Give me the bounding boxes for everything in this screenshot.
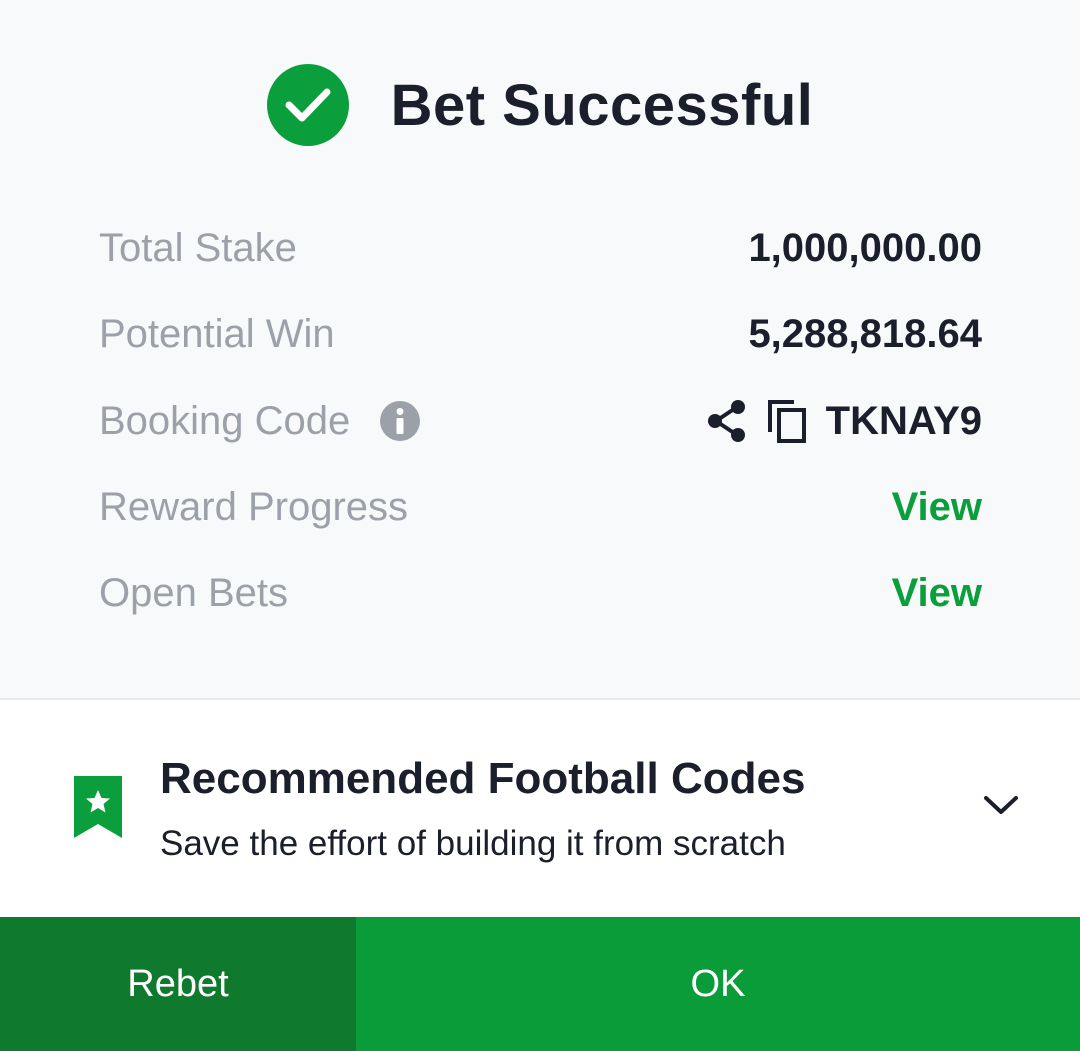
booking-code-row: Booking Code TKNAY9 <box>99 391 982 451</box>
potential-win-row: Potential Win 5,288,818.64 <box>99 304 982 364</box>
success-header: Bet Successful <box>0 62 1080 148</box>
open-bets-view-link[interactable]: View <box>892 571 982 616</box>
booking-code-actions <box>706 398 808 444</box>
open-bets-row: Open Bets View <box>99 563 982 623</box>
booking-code-value[interactable]: TKNAY9 <box>826 399 982 444</box>
potential-win-label: Potential Win <box>99 311 335 356</box>
total-stake-value: 1,000,000.00 <box>748 225 982 270</box>
ok-button[interactable]: OK <box>356 917 1080 1051</box>
recommended-title: Recommended Football Codes <box>160 754 806 803</box>
recommended-codes-section[interactable]: Recommended Football Codes Save the effo… <box>0 740 1080 880</box>
copy-icon[interactable] <box>766 398 808 444</box>
booking-code-value-group: TKNAY9 <box>706 398 982 444</box>
reward-progress-row: Reward Progress View <box>99 477 982 537</box>
check-circle-icon <box>266 64 349 146</box>
booking-code-label-group: Booking Code <box>99 398 421 444</box>
booking-code-label: Booking Code <box>99 398 351 443</box>
page-title: Bet Successful <box>390 72 814 138</box>
total-stake-label: Total Stake <box>99 225 297 270</box>
bookmark-star-icon <box>72 776 124 840</box>
chevron-down-icon[interactable] <box>982 790 1020 820</box>
total-stake-row: Total Stake 1,000,000.00 <box>99 218 982 278</box>
info-icon[interactable] <box>380 401 421 441</box>
reward-progress-label: Reward Progress <box>99 484 409 529</box>
divider <box>0 698 1080 700</box>
rebet-button[interactable]: Rebet <box>0 917 356 1051</box>
open-bets-label: Open Bets <box>99 570 289 615</box>
share-icon[interactable] <box>706 399 748 443</box>
recommended-subtitle: Save the effort of building it from scra… <box>160 824 786 863</box>
reward-progress-view-link[interactable]: View <box>892 485 982 530</box>
potential-win-value: 5,288,818.64 <box>748 311 982 356</box>
